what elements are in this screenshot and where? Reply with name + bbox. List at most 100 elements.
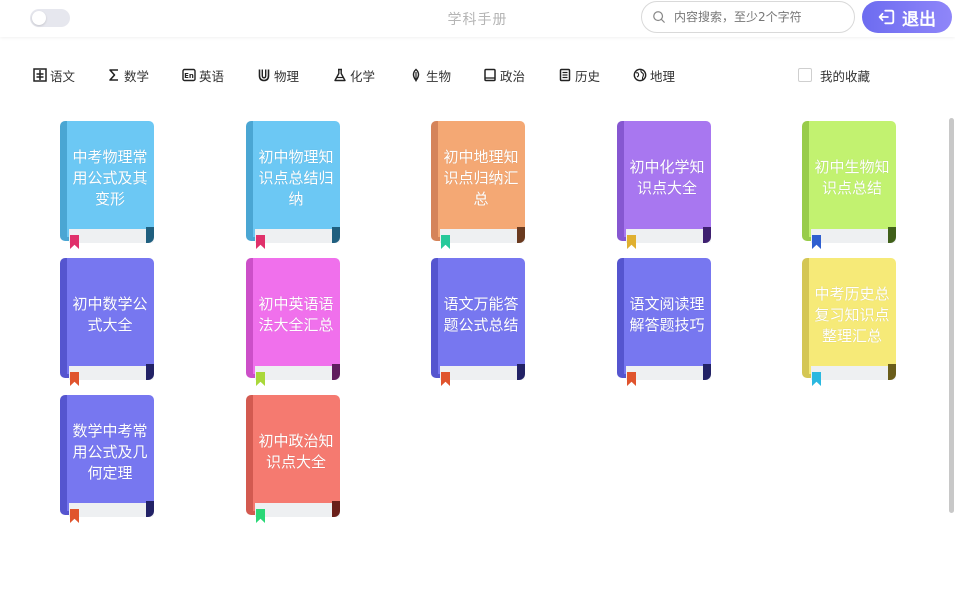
- book-cover: 数学中考常用公式及几何定理: [67, 395, 154, 511]
- book-card[interactable]: 初中生物知识点总结: [802, 121, 898, 249]
- page-title: 学科手册: [447, 12, 508, 28]
- bookmark-ribbon-icon: [441, 235, 450, 249]
- chinese-book-icon: [32, 67, 48, 83]
- book-card[interactable]: 初中物理知识点总结归纳: [246, 121, 342, 249]
- book-icon: [482, 67, 498, 83]
- subject-tab-politics[interactable]: 政治: [482, 64, 525, 86]
- book-card[interactable]: 初中数学公式大全: [60, 258, 156, 386]
- book-card[interactable]: 语文万能答题公式总结: [431, 258, 527, 386]
- bookmark-ribbon-icon: [70, 372, 79, 386]
- document-icon: [557, 67, 573, 83]
- subject-tab-chinese[interactable]: 语文: [32, 64, 75, 86]
- subject-tab-math[interactable]: 数学: [106, 64, 149, 86]
- logout-icon: [878, 9, 895, 25]
- theme-toggle[interactable]: [30, 9, 70, 27]
- book-cover: 初中英语语法大全汇总: [253, 258, 340, 374]
- favorites-toggle[interactable]: 我的收藏: [798, 64, 870, 86]
- book-card[interactable]: 数学中考常用公式及几何定理: [60, 395, 156, 523]
- subject-tab-history[interactable]: 历史: [557, 64, 600, 86]
- book-pages: [626, 229, 711, 243]
- book-title: 初中物理知识点总结归纳: [258, 147, 334, 208]
- scrollbar[interactable]: [949, 118, 954, 513]
- search-box[interactable]: [641, 1, 855, 33]
- book-title: 初中地理知识点归纳汇总: [443, 147, 519, 208]
- bookmark-ribbon-icon: [256, 235, 265, 249]
- book-corner: [703, 227, 711, 243]
- bookmark-ribbon-icon: [70, 509, 79, 523]
- bookmark-ribbon-icon: [70, 235, 79, 249]
- book-title: 语文阅读理解答题技巧: [629, 295, 705, 334]
- book-pages: [811, 229, 896, 243]
- subject-label: 数学: [124, 68, 150, 84]
- subject-tab-physics[interactable]: 物理: [256, 64, 299, 86]
- subject-label: 生物: [426, 68, 452, 84]
- book-title: 数学中考常用公式及几何定理: [72, 421, 148, 482]
- book-cover: 初中物理知识点总结归纳: [253, 121, 340, 237]
- search-icon: [653, 11, 665, 23]
- svg-text:En: En: [184, 72, 194, 80]
- book-title: 初中政治知识点大全: [258, 432, 334, 471]
- book-corner: [332, 227, 340, 243]
- search-input[interactable]: [674, 8, 850, 26]
- book-pages: [69, 503, 154, 517]
- book-pages: [255, 366, 340, 380]
- book-title: 中考物理常用公式及其变形: [72, 147, 148, 208]
- subject-tab-english[interactable]: En 英语: [181, 64, 224, 86]
- flask-icon: [332, 67, 348, 83]
- book-cover: 初中化学知识点大全: [624, 121, 711, 237]
- book-pages: [811, 366, 896, 380]
- subject-label: 地理: [650, 68, 676, 84]
- logout-button[interactable]: 退出: [862, 1, 952, 33]
- magnet-icon: [256, 67, 272, 83]
- book-cover: 语文阅读理解答题技巧: [624, 258, 711, 374]
- book-corner: [888, 364, 896, 380]
- book-corner: [332, 364, 340, 380]
- sigma-icon: [106, 67, 122, 83]
- subject-label: 语文: [50, 68, 76, 84]
- book-title: 初中生物知识点总结: [814, 158, 890, 197]
- book-title: 初中化学知识点大全: [629, 158, 705, 197]
- book-corner: [146, 501, 154, 517]
- book-pages: [440, 229, 525, 243]
- bookmark-ribbon-icon: [256, 509, 265, 523]
- book-cover: 初中政治知识点大全: [253, 395, 340, 511]
- bookmark-ribbon-icon: [627, 372, 636, 386]
- book-card[interactable]: 初中政治知识点大全: [246, 395, 342, 523]
- subject-label: 政治: [500, 68, 526, 84]
- book-card[interactable]: 初中化学知识点大全: [617, 121, 713, 249]
- book-pages: [69, 229, 154, 243]
- book-card[interactable]: 初中英语语法大全汇总: [246, 258, 342, 386]
- book-pages: [255, 229, 340, 243]
- subject-tab-biology[interactable]: 生物: [408, 64, 451, 86]
- book-card[interactable]: 语文阅读理解答题技巧: [617, 258, 713, 386]
- book-title: 初中英语语法大全汇总: [258, 295, 334, 334]
- subject-tab-geography[interactable]: 地理: [632, 64, 675, 86]
- subject-label: 物理: [274, 68, 300, 84]
- top-header: 学科手册 退出: [0, 0, 955, 37]
- book-cover: 初中生物知识点总结: [809, 121, 896, 237]
- book-cover: 语文万能答题公式总结: [438, 258, 525, 374]
- english-en-icon: En: [181, 67, 197, 83]
- book-card[interactable]: 中考物理常用公式及其变形: [60, 121, 156, 249]
- book-card[interactable]: 中考历史总复习知识点整理汇总: [802, 258, 898, 386]
- book-corner: [517, 227, 525, 243]
- subject-label: 历史: [575, 68, 601, 84]
- leaf-icon: [408, 67, 424, 83]
- subject-nav: 语文 数学 En 英语 物理 化学 生物 政治 历史 地理 我的收藏: [0, 64, 955, 86]
- book-card[interactable]: 初中地理知识点归纳汇总: [431, 121, 527, 249]
- toggle-knob: [32, 11, 46, 25]
- book-title: 初中数学公式大全: [72, 295, 148, 334]
- bookmark-ribbon-icon: [812, 372, 821, 386]
- book-cover: 中考历史总复习知识点整理汇总: [809, 258, 896, 374]
- book-pages: [626, 366, 711, 380]
- book-title: 中考历史总复习知识点整理汇总: [814, 284, 890, 345]
- globe-icon: [632, 67, 648, 83]
- bookmark-ribbon-icon: [441, 372, 450, 386]
- book-cover: 初中地理知识点归纳汇总: [438, 121, 525, 237]
- bookmark-ribbon-icon: [812, 235, 821, 249]
- logout-label: 退出: [902, 9, 936, 30]
- favorites-checkbox[interactable]: [798, 68, 812, 82]
- book-pages: [255, 503, 340, 517]
- bookmark-ribbon-icon: [627, 235, 636, 249]
- subject-tab-chemistry[interactable]: 化学: [332, 64, 375, 86]
